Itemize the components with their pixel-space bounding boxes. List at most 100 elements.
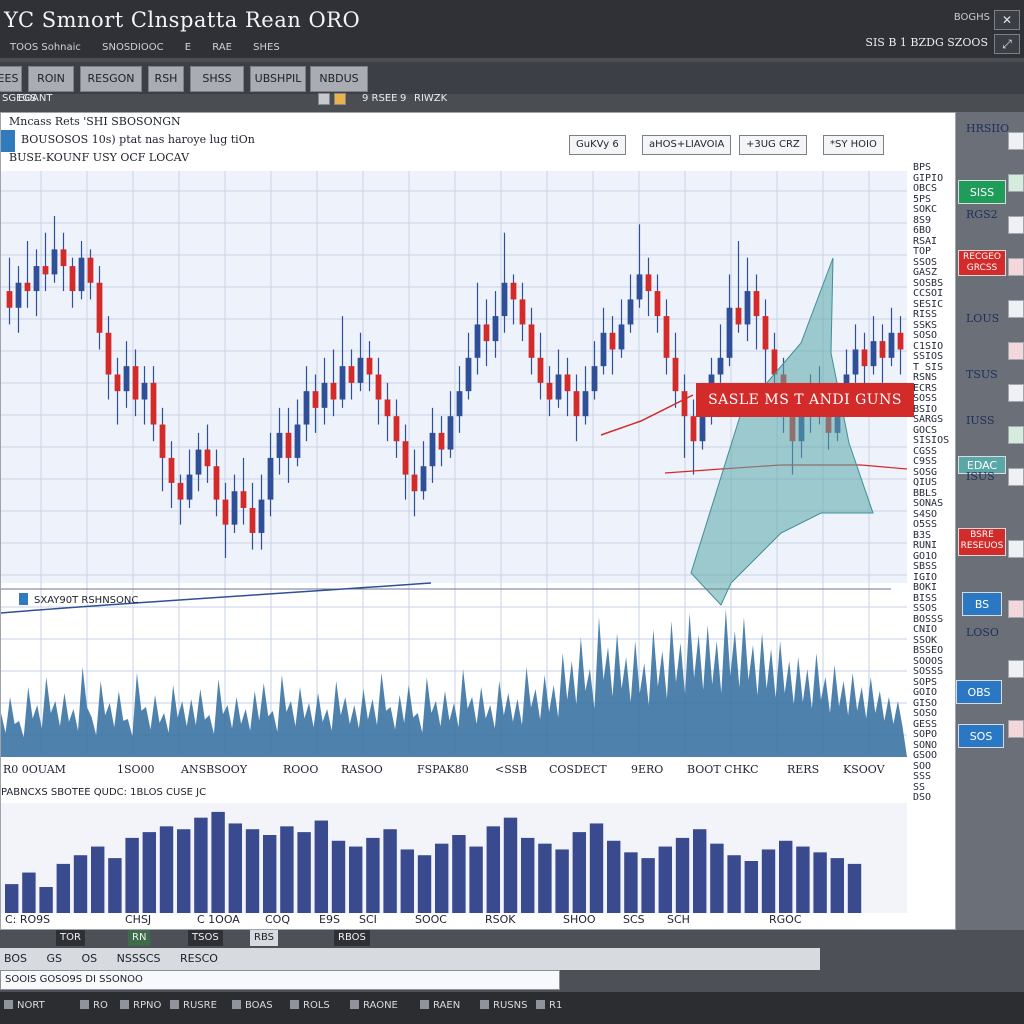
lower-bar [693,829,707,913]
price-scale-label: CNIO [913,625,938,635]
candle-body [285,432,292,458]
bottom-chip[interactable]: TOR [56,930,85,946]
price-badge[interactable]: SOS [958,724,1004,748]
price-badge[interactable]: BS [962,592,1002,616]
candle-body [96,282,103,333]
side-tool-button[interactable] [1008,300,1024,318]
lower-bar [710,843,724,913]
annotation-label[interactable]: SASLE MS T ANDI GUNS [696,383,914,417]
subtitle-item: SNOSDIOOC [102,42,164,53]
window-close-button[interactable]: ✕ [994,10,1020,30]
price-scale-label: BSSEO [913,646,944,656]
candle-body [177,482,184,500]
candle-body [204,449,211,467]
sub-toolbar-item[interactable]: 9 [400,93,406,104]
tab-rsh[interactable]: RSH [148,66,184,92]
taskbar-item[interactable]: RUSNS [480,1000,527,1011]
tab-nbdus[interactable]: NBDUS [310,66,368,92]
bottom-chip[interactable]: TSOS [188,930,223,946]
side-tool-button[interactable] [1008,384,1024,402]
tab-shss[interactable]: SHSS [190,66,244,92]
side-tool-button[interactable] [1008,132,1024,150]
side-tool-button[interactable] [1008,174,1024,192]
indicator-button[interactable]: aHOS+LIAVOIA [642,135,732,155]
candle-body [150,382,157,425]
candle-body [681,391,688,417]
lower-bar [22,872,36,913]
lower-bar [280,826,294,913]
right-panel-label: LOSO [966,626,999,639]
price-badge[interactable]: RECGEO GRCSS [958,250,1006,276]
side-tool-button[interactable] [1008,426,1024,444]
window-expand-button[interactable]: ⤢ [994,34,1020,54]
lower-bar [744,861,759,913]
grid-icon[interactable] [318,93,330,105]
price-badge[interactable]: SISS [958,180,1006,204]
price-scale-label: SS [913,782,926,793]
candle-body [321,382,328,408]
side-tool-button[interactable] [1008,258,1024,276]
palette-icon[interactable] [334,93,346,105]
indicator-button[interactable]: GuKVy 6 [569,135,626,155]
x-axis-label: R0 0OUAM [3,763,66,776]
taskbar-item[interactable]: RAONE [350,1000,398,1011]
side-tool-button[interactable] [1008,216,1024,234]
indicator-button[interactable]: *SY HOIO [823,135,884,155]
price-chart[interactable] [1,113,957,931]
side-tool-button[interactable] [1008,660,1024,678]
right-panel: HRSIIO SISS RGS2 RECGEO GRCSS LOUS TSUS … [956,112,1024,930]
candle-body [393,416,400,442]
indicator-button[interactable]: +3UG CRZ [739,135,807,155]
taskbar-item[interactable]: RUSRE [170,1000,217,1011]
bottom-chip[interactable]: RBS [250,930,278,946]
lower-bar [366,837,380,913]
side-tool-button[interactable] [1008,720,1024,738]
candle-body [582,391,589,417]
right-panel-label: TSUS [966,368,998,381]
taskbar-item[interactable]: ROLS [290,1000,330,1011]
lower-bar [194,817,208,913]
price-badge[interactable]: OBS [956,680,1002,704]
lower-bar [263,835,277,913]
candle-body [105,332,112,375]
lower-bar [486,826,501,913]
lower-bar [228,823,243,913]
subtitle-item: RAE [212,42,232,53]
candle-body [339,366,346,400]
tab-ees[interactable]: EES [0,66,22,92]
candle-body [690,416,697,442]
side-tool-button[interactable] [1008,468,1024,486]
close-icon: ✕ [1001,13,1013,27]
taskbar-item[interactable]: RO [80,1000,108,1011]
command-input[interactable]: SOOIS GOSO9S DI SSONOO [0,970,560,990]
bottom-chip[interactable]: RN [128,930,151,946]
bottom-axis-label: SCH [667,913,690,926]
lower-bar [245,829,260,913]
taskbar-item[interactable]: BOAS [232,1000,273,1011]
taskbar-item[interactable]: R1 [536,1000,562,1011]
side-tool-button[interactable] [1008,600,1024,618]
bottom-bar: TOR RN TSOS RBS RBOS BOS GS OS NSSSCS RE… [0,930,1024,1024]
taskbar-item[interactable]: NORT [4,1000,45,1011]
price-scale-label: GASZ [913,268,938,278]
price-badge[interactable]: BSRE RESEUOS [958,528,1006,556]
candle-body [861,349,868,367]
right-panel-label: IUSS [966,414,995,427]
taskbar: NORT RO RPNO RUSRE BOAS ROLS RAONE RAEN … [0,992,1024,1024]
side-tool-button[interactable] [1008,540,1024,558]
taskbar-item[interactable]: RAEN [420,1000,460,1011]
price-scale-label: SOPS [913,677,938,688]
tab-resgon[interactable]: RESGON [80,66,142,92]
tab-ubshpil[interactable]: UBSHPIL [250,66,306,92]
candle-body [546,382,553,400]
sub-toolbar-item[interactable]: 9 RSEE [362,93,397,104]
side-tool-button[interactable] [1008,342,1024,360]
tab-roin[interactable]: ROIN [28,66,74,92]
candle-body [33,266,40,292]
sub-toolbar-item[interactable]: EOANT [18,93,52,104]
volume-label: SXAY90T RSHNSONC [19,593,138,606]
taskbar-item[interactable]: RPNO [120,1000,161,1011]
bottom-chip[interactable]: RBOS [334,930,370,946]
lower-bar [761,849,776,913]
sub-toolbar-item[interactable]: RIWZK [414,93,447,104]
